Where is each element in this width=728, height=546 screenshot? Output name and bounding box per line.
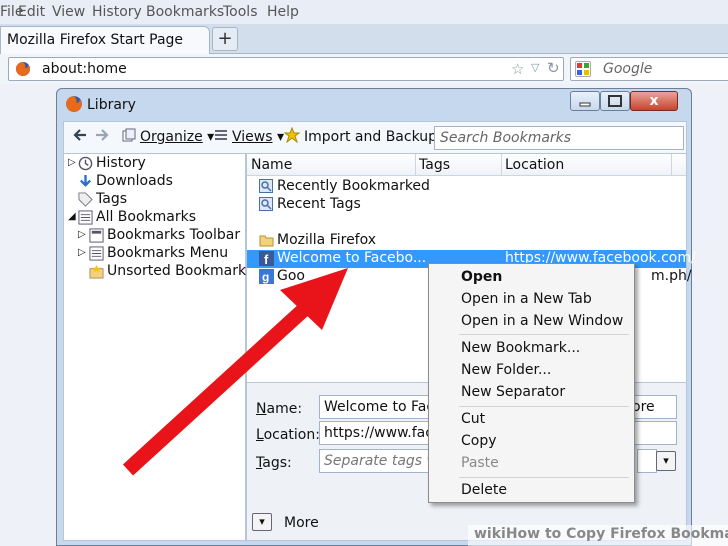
history-dropdown-icon[interactable]: ▽ [531,61,539,74]
downloads-icon [78,174,93,189]
watermark-text: wikiHow to Copy Firefox Bookmarks [474,526,728,542]
new-tab-button[interactable]: + [212,27,238,51]
unsorted-bookmarks-icon [89,264,104,279]
table-row[interactable]: Recent Tags [247,196,686,214]
import-backup-button[interactable]: Import and Backup ▾ [304,129,449,145]
row-name: Mozilla Firefox [277,232,377,248]
tags-dropdown-button[interactable]: ▾ [656,451,676,471]
bookmark-star-icon[interactable]: ☆ [511,60,524,78]
library-title: Library [87,97,136,113]
all-bookmarks-icon [78,210,93,225]
menu-item-open-new-tab[interactable]: Open in a New Tab [461,291,592,307]
tags-field-tail[interactable] [637,449,657,473]
tags-field[interactable]: Separate tags with [319,449,429,473]
bookmarks-toolbar-expander[interactable]: ▷ [78,229,86,240]
location-field[interactable]: https://www.faceb [319,421,429,445]
bookmarks-menu-icon [89,246,104,261]
menu-item-copy[interactable]: Copy [461,433,497,449]
table-row[interactable]: Mozilla Firefox [247,232,686,250]
history-expander[interactable]: ▷ [68,157,76,168]
menu-history[interactable]: History [92,4,142,20]
menu-item-open[interactable]: Open [461,269,502,285]
tab-start-page[interactable]: Mozilla Firefox Start Page [0,26,210,54]
maximize-button[interactable] [600,91,630,111]
location-label: Location: [256,427,320,443]
facebook-icon: f [259,251,274,266]
search-placeholder: Google [603,61,653,77]
tab-strip: Mozilla Firefox Start Page + [0,24,728,54]
firefox-icon [15,61,31,77]
name-label: Name: [256,401,303,417]
import-backup-icon [284,127,300,143]
row-location: m.ph/ [651,268,692,284]
views-button[interactable]: Views ▾ [232,129,284,145]
tab-title: Mozilla Firefox Start Page [7,32,184,48]
menu-item-cut[interactable]: Cut [461,411,485,427]
name-field[interactable]: Welcome to Face [319,395,429,419]
table-row[interactable]: Recently Bookmarked [247,178,686,196]
menubar: File Edit View History Bookmarks Tools H… [0,0,728,24]
tree-history[interactable]: History [96,155,146,171]
tree-bookmarks-toolbar[interactable]: Bookmarks Toolbar [107,227,240,243]
close-button[interactable]: x [630,91,678,111]
reload-icon[interactable]: ↻ [547,59,560,77]
tree-all-bookmarks[interactable]: All Bookmarks [96,209,196,225]
back-icon[interactable] [72,127,88,143]
menu-item-new-bookmark[interactable]: New Bookmark... [461,340,580,356]
query-icon [259,179,273,193]
more-label[interactable]: More [284,515,319,531]
context-menu: Open Open in a New Tab Open in a New Win… [428,263,635,503]
column-name[interactable]: Name [251,157,292,173]
library-toolbar: Organize ▾ Views ▾ Import and Backup ▾ S… [63,121,687,155]
query-icon [259,197,273,211]
tags-icon [78,192,93,207]
url-bar[interactable]: about:home ☆ ▽ ↻ [8,57,564,81]
all-bookmarks-expander[interactable]: ◢ [68,211,76,222]
tree-unsorted-bookmarks[interactable]: Unsorted Bookmarks [107,263,253,279]
history-icon [78,156,93,171]
menu-item-paste[interactable]: Paste [461,455,499,471]
row-name: Recently Bookmarked [277,178,430,194]
tags-label: Tags: [256,455,292,471]
bookmarks-toolbar-icon [89,228,104,243]
tree-bookmarks-menu[interactable]: Bookmarks Menu [107,245,228,261]
url-text: about:home [42,61,127,77]
minimize-button[interactable] [570,91,600,111]
column-tags[interactable]: Tags [419,157,450,173]
search-bookmarks-input[interactable]: Search Bookmarks [434,126,684,150]
menu-item-open-new-window[interactable]: Open in a New Window [461,313,623,329]
row-name: Goo [277,268,305,284]
library-sidebar: ▷ History Downloads Tags ◢ All Bookmarks… [63,153,253,541]
menu-item-new-folder[interactable]: New Folder... [461,362,551,378]
menu-help[interactable]: Help [267,4,299,20]
column-headers: Name Tags Location [247,154,686,176]
tree-tags[interactable]: Tags [96,191,127,207]
organize-button[interactable]: Organize ▾ [140,129,214,145]
row-name: Recent Tags [277,196,361,212]
column-location[interactable]: Location [505,157,564,173]
bookmarks-menu-expander[interactable]: ▷ [78,247,86,258]
row-name: Welcome to Facebo... [277,250,427,266]
organize-icon [122,128,136,142]
views-icon [214,128,228,142]
navigation-bar: about:home ☆ ▽ ↻ Google [0,54,728,84]
menu-tools[interactable]: Tools [223,4,258,20]
search-bar[interactable]: Google [570,57,728,81]
library-firefox-icon [65,95,83,113]
menu-view[interactable]: View [52,4,85,20]
forward-icon[interactable] [94,127,110,143]
menu-item-delete[interactable]: Delete [461,482,507,498]
menu-item-new-separator[interactable]: New Separator [461,384,565,400]
folder-icon [259,233,274,247]
more-expander-button[interactable]: ▾ [252,513,272,531]
tree-downloads[interactable]: Downloads [96,173,173,189]
menu-bookmarks[interactable]: Bookmarks [146,4,224,20]
watermark: wikiHow to Copy Firefox Bookmarks [468,525,728,546]
svg-text:g: g [262,270,269,284]
google-favicon: g [259,269,274,284]
menu-edit[interactable]: Edit [18,4,45,20]
google-icon[interactable] [575,61,591,77]
svg-text:f: f [264,252,269,266]
